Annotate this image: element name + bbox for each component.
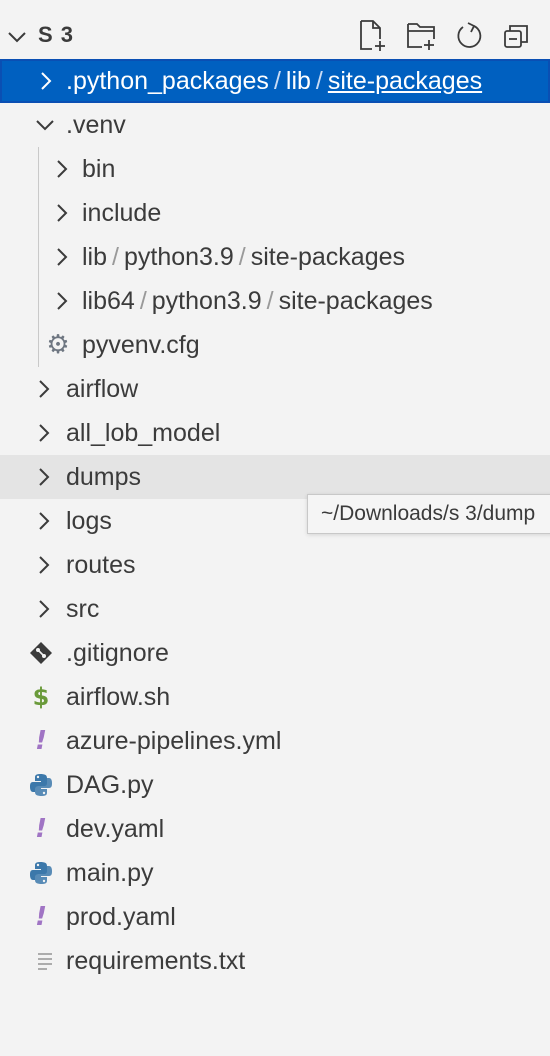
yaml-icon: !: [35, 814, 47, 844]
tree-row-label: routes: [66, 551, 136, 579]
tree-row-pyvenv[interactable]: ⚙ pyvenv.cfg: [0, 323, 550, 367]
tree-row-label: dumps: [66, 463, 142, 491]
tree-row-label: .gitignore: [66, 639, 169, 667]
tree-row-label: main.py: [66, 859, 154, 887]
tree-row-label: lib / python3.9/site-packages: [82, 243, 405, 271]
shell-icon: $: [32, 683, 50, 711]
yaml-icon: !: [35, 902, 47, 932]
tree-row-include[interactable]: include: [0, 191, 550, 235]
tree-row-requirements[interactable]: requirements.txt: [0, 939, 550, 983]
collapse-all-icon[interactable]: [502, 19, 532, 53]
refresh-icon[interactable]: [454, 19, 484, 53]
text-file-icon: [32, 948, 58, 974]
tree-row-label: all_lob_model: [66, 419, 221, 447]
tree-row-prod-yaml[interactable]: ! prod.yaml: [0, 895, 550, 939]
tree-row-label: prod.yaml: [66, 903, 176, 931]
header-actions: [358, 19, 532, 53]
chevron-right-icon[interactable]: [34, 466, 54, 488]
git-icon: [28, 640, 54, 666]
explorer-panel: S 3 .python_packages / lib / site-packages: [0, 0, 550, 1056]
tree-row-label: requirements.txt: [66, 947, 246, 975]
python-icon: [28, 860, 54, 886]
workspace-title: S 3: [38, 22, 75, 47]
chevron-right-icon[interactable]: [34, 554, 54, 576]
tree-row-all-lob-model[interactable]: all_lob_model: [0, 411, 550, 455]
gear-icon: ⚙: [46, 330, 70, 360]
tree-row-routes[interactable]: routes: [0, 543, 550, 587]
tree-row-label: .venv: [66, 111, 126, 139]
tree-row-label: bin: [82, 155, 116, 183]
tree-row-azure-pipelines[interactable]: ! azure-pipelines.yml: [0, 719, 550, 763]
chevron-right-icon[interactable]: [52, 158, 72, 180]
tree-row-airflow[interactable]: airflow: [0, 367, 550, 411]
chevron-right-icon[interactable]: [34, 378, 54, 400]
tree-row-dumps[interactable]: dumps: [0, 455, 550, 499]
new-folder-icon[interactable]: [406, 19, 436, 53]
tree-row-python-packages[interactable]: .python_packages / lib / site-packages: [0, 59, 550, 103]
tree-row-src[interactable]: src: [0, 587, 550, 631]
tree-row-lib[interactable]: lib / python3.9/site-packages: [0, 235, 550, 279]
tree-row-venv[interactable]: .venv: [0, 103, 550, 147]
tree-row-label: include: [82, 199, 162, 227]
tree-row-label: DAG.py: [66, 771, 154, 799]
new-file-icon[interactable]: [358, 19, 388, 53]
tree-row-label: airflow.sh: [66, 683, 171, 711]
tree-row-dev-yaml[interactable]: ! dev.yaml: [0, 807, 550, 851]
tree-row-dag-py[interactable]: DAG.py: [0, 763, 550, 807]
chevron-right-icon[interactable]: [34, 510, 54, 532]
tree-row-label: azure-pipelines.yml: [66, 727, 282, 755]
explorer-header[interactable]: S 3: [0, 14, 550, 58]
tree-row-label: src: [66, 595, 100, 623]
tree-row-lib64[interactable]: lib64/python3.9/site-packages: [0, 279, 550, 323]
python-icon: [28, 772, 54, 798]
tree-row-label: dev.yaml: [66, 815, 165, 843]
tree-row-label: pyvenv.cfg: [82, 331, 200, 359]
chevron-right-icon[interactable]: [34, 422, 54, 444]
chevron-right-icon[interactable]: [52, 290, 72, 312]
tree-row-main-py[interactable]: main.py: [0, 851, 550, 895]
chevron-down-icon[interactable]: [34, 114, 54, 136]
chevron-right-icon[interactable]: [52, 202, 72, 224]
chevron-right-icon[interactable]: [36, 70, 56, 92]
path-tooltip: ~/Downloads/s 3/dump: [307, 494, 550, 534]
tree-row-label: airflow: [66, 375, 139, 403]
tree-row-gitignore[interactable]: .gitignore: [0, 631, 550, 675]
chevron-down-icon[interactable]: [6, 26, 28, 48]
chevron-right-icon[interactable]: [52, 246, 72, 268]
yaml-icon: !: [35, 726, 47, 756]
tree-row-label: logs: [66, 507, 112, 535]
tree-row-label: .python_packages / lib / site-packages: [66, 67, 483, 95]
tree-row-label: lib64/python3.9/site-packages: [82, 287, 433, 315]
tree-row-airflow-sh[interactable]: $ airflow.sh: [0, 675, 550, 719]
tree-row-bin[interactable]: bin: [0, 147, 550, 191]
chevron-right-icon[interactable]: [34, 598, 54, 620]
